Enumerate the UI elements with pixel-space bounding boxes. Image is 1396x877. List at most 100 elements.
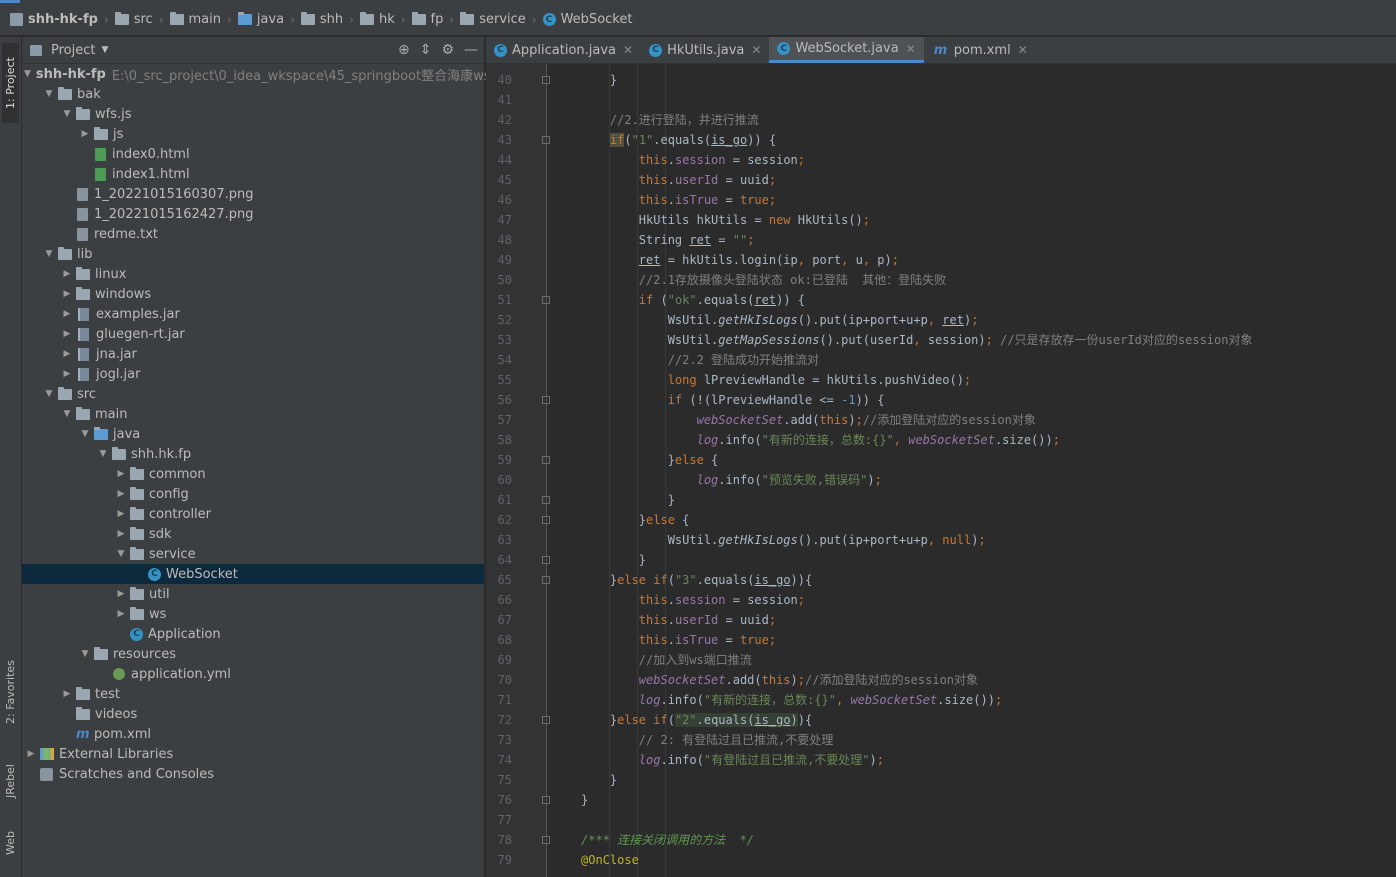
tree-item-jna-jar[interactable]: ▶ jna.jar [22,344,484,364]
breadcrumb-item-service[interactable]: service [460,12,526,27]
collapsed-arrow-icon[interactable]: ▶ [114,529,128,539]
tree-item-src[interactable]: ▼ src [22,384,484,404]
tree-item-gluegen-jar[interactable]: ▶ gluegen-rt.jar [22,324,484,344]
fold-marker-icon[interactable] [542,296,550,304]
tree-item-root[interactable]: ▼ shh-hk-fp E:\0_src_project\0_idea_wkspac… [22,64,517,84]
tree-item-main[interactable]: ▼ main [22,404,484,424]
collapsed-arrow-icon[interactable]: ▶ [78,129,92,139]
close-icon[interactable]: ✕ [751,43,761,57]
project-panel-title[interactable]: Project [51,43,95,58]
expand-arrow-icon[interactable]: ▼ [60,409,74,419]
tree-item-bak[interactable]: ▼ bak [22,84,484,104]
collapsed-arrow-icon[interactable]: ▶ [114,509,128,519]
collapsed-arrow-icon[interactable]: ▶ [114,469,128,479]
fold-marker-icon[interactable] [542,796,550,804]
tree-item-index0[interactable]: index0.html [22,144,484,164]
tree-item-java[interactable]: ▼ java [22,424,484,444]
tree-item-videos[interactable]: videos [22,704,484,724]
tree-item-test[interactable]: ▶ test [22,684,484,704]
tree-item-redme[interactable]: redme.txt [22,224,484,244]
tree-item-application-yml[interactable]: application.yml [22,664,484,684]
expand-arrow-icon[interactable]: ▼ [114,549,128,559]
tree-item-sdk[interactable]: ▶ sdk [22,524,484,544]
tree-item-common[interactable]: ▶ common [22,464,484,484]
breadcrumb-item-src[interactable]: src [114,12,153,27]
close-icon[interactable]: ✕ [906,42,916,56]
tree-item-package[interactable]: ▼ shh.hk.fp [22,444,484,464]
fold-marker-icon[interactable] [542,136,550,144]
collapsed-arrow-icon[interactable]: ▶ [60,309,74,319]
expand-arrow-icon[interactable]: ▼ [96,449,110,459]
collapsed-arrow-icon[interactable]: ▶ [60,369,74,379]
tree-item-linux[interactable]: ▶ linux [22,264,484,284]
tree-item-application[interactable]: C Application [22,624,484,644]
expand-arrow-icon[interactable]: ▼ [78,649,92,659]
code-editor[interactable]: 40 } 41 42 //2.进行登陆，并进行推流 43 if("1".equa… [486,64,1396,877]
fold-marker-icon[interactable] [542,496,550,504]
tree-item-lib[interactable]: ▼ lib [22,244,484,264]
collapse-all-icon[interactable]: ⇕ [420,42,432,58]
expand-arrow-icon[interactable]: ▼ [78,429,92,439]
fold-marker-icon[interactable] [542,576,550,584]
breadcrumb-item-project[interactable]: shh-hk-fp [10,12,98,27]
collapsed-arrow-icon[interactable]: ▶ [60,329,74,339]
tree-item-examples-jar[interactable]: ▶ examples.jar [22,304,484,324]
fold-marker-icon[interactable] [542,456,550,464]
tree-item-util[interactable]: ▶ util [22,584,484,604]
tab-application-java[interactable]: C Application.java ✕ [486,37,641,63]
tree-item-service[interactable]: ▼ service [22,544,484,564]
collapsed-arrow-icon[interactable]: ▶ [114,609,128,619]
tree-item-controller[interactable]: ▶ controller [22,504,484,524]
tree-item-ws[interactable]: ▶ ws [22,604,484,624]
collapsed-arrow-icon[interactable]: ▶ [24,749,38,759]
jrebel-tool-tab[interactable]: JRebel [2,755,19,807]
tree-item-png1[interactable]: 1_20221015160307.png [22,184,484,204]
tab-pom-xml[interactable]: m pom.xml ✕ [924,37,1036,63]
gear-icon[interactable]: ⚙ [441,42,454,58]
collapsed-arrow-icon[interactable]: ▶ [60,349,74,359]
expand-arrow-icon[interactable]: ▼ [24,69,31,79]
tree-item-pom[interactable]: m pom.xml [22,724,484,744]
fold-marker-icon[interactable] [542,836,550,844]
tree-item-resources[interactable]: ▼ resources [22,644,484,664]
tree-item-windows[interactable]: ▶ windows [22,284,484,304]
tab-hkutils-java[interactable]: C HkUtils.java ✕ [641,37,769,63]
collapsed-arrow-icon[interactable]: ▶ [60,689,74,699]
expand-arrow-icon[interactable]: ▼ [42,249,56,259]
tab-websocket-java[interactable]: C WebSocket.java ✕ [769,37,924,63]
breadcrumb-item-main[interactable]: main [169,12,221,27]
breadcrumb-item-java[interactable]: java [237,12,284,27]
chevron-down-icon[interactable]: ▼ [101,45,108,55]
fold-marker-icon[interactable] [542,76,550,84]
collapsed-arrow-icon[interactable]: ▶ [60,289,74,299]
tree-item-jogl-jar[interactable]: ▶ jogl.jar [22,364,484,384]
expand-arrow-icon[interactable]: ▼ [60,109,74,119]
fold-marker-icon[interactable] [542,556,550,564]
breadcrumb-item-hk[interactable]: hk [359,12,395,27]
collapsed-arrow-icon[interactable]: ▶ [114,589,128,599]
favorites-tool-tab[interactable]: 2: Favorites [2,652,19,732]
tree-item-config[interactable]: ▶ config [22,484,484,504]
close-icon[interactable]: ✕ [623,43,633,57]
breadcrumb-item-websocket[interactable]: C WebSocket [542,12,632,27]
web-tool-tab[interactable]: Web [2,823,19,863]
tree-item-scratches[interactable]: Scratches and Consoles [22,764,484,784]
fold-marker-icon[interactable] [542,396,550,404]
fold-marker-icon[interactable] [542,716,550,724]
tree-item-websocket[interactable]: C WebSocket [22,564,484,584]
hide-icon[interactable]: — [464,42,478,58]
breadcrumb-item-shh[interactable]: shh [300,12,343,27]
breadcrumb-item-fp[interactable]: fp [411,12,443,27]
project-tool-tab[interactable]: 1: Project [2,43,19,123]
tree-item-png2[interactable]: 1_20221015162427.png [22,204,484,224]
tree-item-external-libraries[interactable]: ▶ External Libraries [22,744,484,764]
locate-icon[interactable]: ⊕ [398,42,410,58]
fold-marker-icon[interactable] [542,516,550,524]
tree-item-js[interactable]: ▶ js [22,124,484,144]
close-icon[interactable]: ✕ [1018,43,1028,57]
expand-arrow-icon[interactable]: ▼ [42,89,56,99]
tree-item-index1[interactable]: index1.html [22,164,484,184]
expand-arrow-icon[interactable]: ▼ [42,389,56,399]
tree-item-wfs-js[interactable]: ▼ wfs.js [22,104,484,124]
collapsed-arrow-icon[interactable]: ▶ [60,269,74,279]
